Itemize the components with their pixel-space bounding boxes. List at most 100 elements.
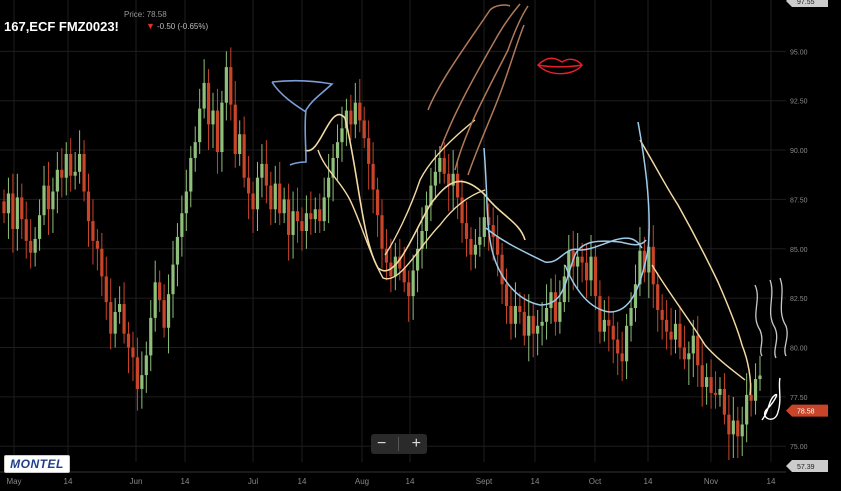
candle-body: [224, 67, 228, 103]
candle-body: [153, 282, 157, 318]
candle-body: [544, 308, 549, 322]
candle-body: [104, 276, 108, 303]
zoom-divider: [398, 437, 400, 451]
candle-body: [20, 197, 24, 220]
candle-body: [722, 388, 727, 415]
chart-panel: 95.00 92.50 90.00 87.50 85.00 82.50 80.00 77.50…: [0, 0, 841, 491]
price-change: -0.50 (-0.65%): [146, 22, 208, 31]
price-flag-label: 57.39: [797, 464, 815, 471]
x-tick-label: 14: [531, 477, 540, 486]
grid: [0, 0, 786, 462]
candle-body: [24, 219, 28, 241]
candle-body: [731, 420, 735, 435]
candle-body: [55, 169, 59, 192]
candle-body: [73, 171, 77, 176]
price-chart[interactable]: 95.00 92.50 90.00 87.50 85.00 82.50 80.00 77.50…: [0, 0, 841, 491]
candle-body: [456, 173, 460, 198]
candle-body: [82, 154, 86, 192]
candle-body: [158, 282, 162, 301]
candle-body: [362, 120, 366, 139]
y-tick-label: 80.00: [790, 345, 808, 352]
y-tick-label: 92.50: [790, 99, 808, 106]
price-flag-label: 97.55: [797, 0, 815, 6]
candle-body: [109, 302, 113, 334]
candle-body: [536, 325, 540, 334]
candle-body: [318, 209, 322, 222]
candle-body: [718, 388, 722, 395]
candle-body: [180, 213, 184, 237]
candle-body: [624, 325, 629, 362]
candle-body: [175, 236, 180, 265]
candle-body: [496, 236, 500, 255]
candle-body: [665, 319, 669, 332]
candle-body: [504, 284, 509, 307]
candle-body: [349, 110, 353, 125]
candle-body: [162, 300, 166, 328]
candle-body: [269, 185, 273, 210]
candle-body: [11, 193, 15, 230]
candle-body: [371, 163, 375, 190]
light-blue-stroke-2: [485, 227, 643, 263]
candle-body: [251, 193, 255, 210]
x-tick-label: 14: [644, 477, 653, 486]
candle-body: [295, 211, 300, 222]
candle-body: [438, 157, 442, 172]
candle-body: [233, 104, 237, 154]
candle-body: [278, 183, 282, 214]
zoom-out-button[interactable]: −: [377, 434, 386, 454]
x-axis: May 14 Jun 14 Jul 14 Aug 14 Sept 14 Oct 14 Nov 14: [0, 471, 786, 486]
candle-body: [411, 270, 415, 297]
y-tick-label: 90.00: [790, 148, 808, 155]
candle-body: [149, 317, 153, 356]
candle-body: [518, 306, 522, 312]
candle-body: [215, 110, 220, 153]
candle-body: [220, 102, 224, 153]
candle-body: [131, 347, 135, 358]
candle-body: [144, 355, 148, 376]
x-tick-label: 14: [406, 477, 415, 486]
candle-body: [482, 217, 486, 237]
y-tick-label: 77.50: [790, 395, 808, 402]
candle-body: [242, 134, 246, 178]
candle-body: [69, 154, 73, 176]
candle-body: [464, 223, 469, 239]
candle-body: [229, 67, 233, 105]
candle-body: [500, 254, 504, 285]
candle-body: [522, 311, 526, 336]
candle-body: [740, 424, 744, 437]
y-tick-label: 82.50: [790, 296, 808, 303]
candle-body: [442, 157, 446, 174]
brown-stroke-4: [467, 24, 525, 176]
price-flag-label: 78.58: [797, 409, 815, 416]
zoom-in-button[interactable]: +: [412, 434, 421, 454]
x-tick-label: Aug: [355, 477, 369, 486]
candle-body: [669, 331, 673, 340]
candle-body: [633, 284, 638, 308]
candle-body: [246, 177, 251, 194]
candle-body: [753, 379, 758, 401]
y-tick-label: 87.50: [790, 197, 808, 204]
x-tick-label: 14: [64, 477, 73, 486]
candle-body: [202, 82, 206, 109]
candle-body: [171, 264, 175, 295]
montel-logo[interactable]: MONTEL: [4, 455, 70, 473]
red-lips-stroke: [537, 57, 583, 75]
candle-body: [549, 292, 553, 308]
candle-body: [749, 394, 753, 401]
candle-body: [531, 315, 535, 334]
x-tick-label: 14: [767, 477, 776, 486]
candle-body: [60, 169, 64, 178]
candle-body: [375, 189, 380, 216]
candle-body: [380, 215, 384, 249]
candle-body: [46, 185, 51, 210]
candle-body: [629, 308, 633, 326]
candle-body: [91, 221, 95, 241]
candle-body: [407, 282, 411, 297]
candle-body: [238, 134, 242, 154]
candle-body: [335, 142, 340, 158]
candle-body: [327, 177, 331, 198]
candle-body: [367, 138, 371, 164]
candle-body: [616, 339, 620, 354]
logo-text: MONTEL: [10, 457, 64, 471]
candle-body: [64, 154, 68, 178]
